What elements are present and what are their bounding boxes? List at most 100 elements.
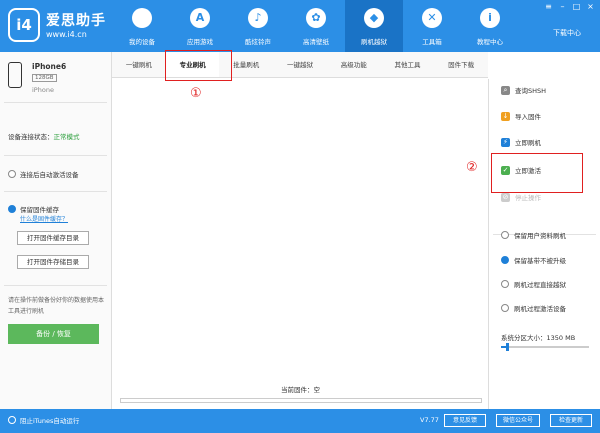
phone-icon [8,62,22,88]
app-logo: i4 爱思助手 www.i4.cn [8,8,118,44]
nav-item-4[interactable]: ◆ 刷机越狱 [345,0,403,52]
tab-6[interactable]: 固件下载 [434,52,488,77]
tab-0[interactable]: 一键刷机 [112,52,166,77]
nav-item-2[interactable]: ♪ 酷炫铃声 [229,0,287,52]
action-label: 停止操作 [515,194,541,202]
block-itunes-radio[interactable] [8,416,16,424]
divider [4,285,107,286]
import-icon: ↓ [501,111,510,121]
action-search[interactable]: ⌕ 查询SHSH [501,85,546,95]
top-bar: i4 爱思助手 www.i4.cn 我的设备 A 应用游戏 ♪ 酷炫铃声 ✿ 高清壁纸 ◆ 刷机… [0,0,600,52]
flower-icon: ✿ [306,8,326,28]
right-panel: 系统分区大小：1350 MB ⌕ 查询SHSH ↓ 导入固件 ⚡ 立即刷机 ✓ 立即激活 ⊘ 停止… [488,79,600,409]
tab-4[interactable]: 高级功能 [327,52,381,77]
feedback-button[interactable]: 意见反馈 [444,414,486,427]
action-import[interactable]: ↓ 导入固件 [501,111,541,121]
partition-size-label: 系统分区大小：1350 MB [501,334,576,342]
tools-icon: ✕ [422,8,442,28]
option-radio[interactable] [501,304,509,312]
divider [4,102,107,103]
left-panel: iPhone6 128GB iPhone 设备连接状态：正常模式 连接后自动激活… [0,52,112,409]
tab-3[interactable]: 一键越狱 [273,52,327,77]
block-itunes-option[interactable]: 阻止iTunes自动运行 [8,415,79,425]
option-row[interactable]: 刷机过程激活设备 [501,303,566,313]
nav-label: 酷炫铃声 [245,38,271,46]
divider [4,191,107,192]
device-model: iPhone [32,86,54,94]
device-name: iPhone6 [32,62,67,71]
maximize-button[interactable]: □ [571,2,582,12]
nav-label: 应用游戏 [187,38,213,46]
highlight-box-tab [165,50,232,81]
info-icon: i [480,8,500,28]
nav-label: 教程中心 [477,38,503,46]
slider-handle[interactable] [506,343,510,351]
connection-status-label: 设备连接状态： [8,133,54,141]
nav-item-0[interactable]: 我的设备 [113,0,171,52]
option-row[interactable]: 保留基带不被升级 [501,255,566,265]
search-icon: ⌕ [501,85,510,95]
progress-bar [120,398,482,403]
keep-cache-option[interactable]: 保留固件缓存 [8,204,59,214]
download-center-button[interactable]: 下载中心 [542,26,592,40]
logo-badge: i4 [8,8,40,42]
device-capacity: 128GB [32,74,57,82]
wechat-button[interactable]: 微信公众号 [496,414,540,427]
divider [4,155,107,156]
menu-icon[interactable]: ≡ [543,2,554,12]
auto-activate-option[interactable]: 连接后自动激活设备 [8,169,79,179]
nav-label: 刷机越狱 [361,38,387,46]
status-bar: 阻止iTunes自动运行 V7.77 意见反馈 微信公众号 检查更新 [0,409,600,433]
option-label: 保留用户资料刷机 [514,232,566,240]
option-radio[interactable] [501,231,509,239]
action-stop: ⊘ 停止操作 [501,192,541,202]
open-storage-dir-button[interactable]: 打开固件存储目录 [17,255,89,269]
flash-icon: ⚡ [501,137,510,147]
auto-activate-radio[interactable] [8,170,16,178]
what-is-cache-link[interactable]: 什么是固件缓存？ [20,214,68,223]
action-label: 查询SHSH [515,87,547,95]
tab-5[interactable]: 其他工具 [381,52,435,77]
action-label: 立即刷机 [515,139,541,147]
option-radio[interactable] [501,256,509,264]
check-update-button[interactable]: 检查更新 [550,414,592,427]
current-firmware-label: 当前固件：空 [281,386,320,394]
stop-icon: ⊘ [501,192,510,202]
main-nav: 我的设备 A 应用游戏 ♪ 酷炫铃声 ✿ 高清壁纸 ◆ 刷机越狱 ✕ 工具箱 i 教程中心 [113,0,519,52]
backup-tip: 请在操作前做备份好你的数据使用本工具进行刷机 [8,297,105,315]
option-label: 刷机过程激活设备 [514,305,566,313]
partition-size-slider[interactable] [501,343,589,351]
open-cache-dir-button[interactable]: 打开固件缓存目录 [17,231,89,245]
minimize-button[interactable]: – [557,2,568,12]
close-button[interactable]: × [585,2,596,12]
nav-item-3[interactable]: ✿ 高清壁纸 [287,0,345,52]
action-flash[interactable]: ⚡ 立即刷机 [501,137,541,147]
annotation-two: ② [466,160,478,175]
nav-label: 工具箱 [422,38,442,46]
apple-icon [132,8,152,28]
main-content [113,79,488,409]
option-row[interactable]: 保留用户资料刷机 [501,230,566,240]
option-radio[interactable] [501,280,509,288]
keep-cache-label: 保留固件缓存 [20,206,59,214]
app-url: www.i4.cn [46,30,87,39]
bell-icon: ♪ [248,8,268,28]
auto-activate-label: 连接后自动激活设备 [20,171,79,179]
nav-item-5[interactable]: ✕ 工具箱 [403,0,461,52]
nav-label: 我的设备 [129,38,155,46]
app-store-icon: A [190,8,210,28]
action-label: 导入固件 [515,113,541,121]
option-label: 刷机过程直接越狱 [514,281,566,289]
highlight-box-activate [491,153,583,193]
option-row[interactable]: 刷机过程直接越狱 [501,279,566,289]
backup-restore-button[interactable]: 备份 / 恢复 [8,324,99,344]
nav-label: 高清壁纸 [303,38,329,46]
keep-cache-checkbox[interactable] [8,205,16,213]
connection-status: 设备连接状态：正常模式 [8,131,80,141]
nav-item-1[interactable]: A 应用游戏 [171,0,229,52]
app-name: 爱思助手 [46,13,106,29]
annotation-one: ① [190,86,202,101]
nav-item-6[interactable]: i 教程中心 [461,0,519,52]
block-itunes-label: 阻止iTunes自动运行 [20,417,80,425]
connection-status-value: 正常模式 [53,133,80,141]
